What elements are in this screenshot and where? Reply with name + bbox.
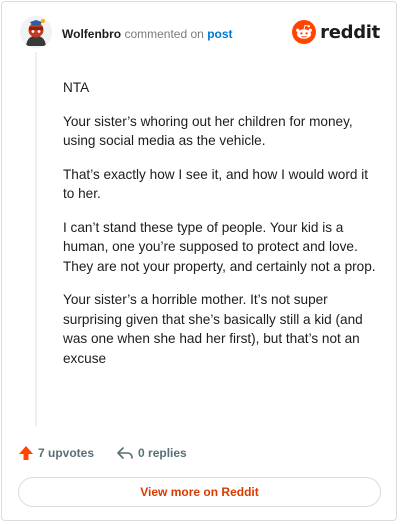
action-text: commented on bbox=[124, 27, 204, 41]
comment-paragraph: I can’t stand these type of people. Your… bbox=[63, 219, 376, 274]
reddit-logo-icon bbox=[292, 20, 317, 44]
thread-line[interactable] bbox=[35, 52, 37, 426]
username-link[interactable]: Wolfenbro bbox=[62, 27, 121, 41]
view-more-button[interactable]: View more on Reddit bbox=[18, 477, 381, 507]
reply-arrow-icon bbox=[117, 447, 133, 459]
comment-body: NTA Your sister’s whoring out her childr… bbox=[63, 78, 379, 382]
avatar-icon[interactable] bbox=[20, 16, 52, 48]
upvote-button[interactable]: 7 upvotes bbox=[18, 445, 94, 461]
byline: Wolfenbro commented on post bbox=[62, 26, 233, 42]
reddit-logo[interactable]: reddit bbox=[292, 19, 380, 45]
reddit-wordmark: reddit bbox=[320, 21, 380, 43]
post-link[interactable]: post bbox=[207, 27, 232, 41]
comment-paragraph: NTA bbox=[63, 80, 90, 95]
comment-embed-card: Wolfenbro commented on post reddit NTA Y… bbox=[1, 1, 397, 521]
comment-header: Wolfenbro commented on post reddit bbox=[20, 16, 380, 52]
upvote-arrow-icon bbox=[19, 446, 33, 460]
upvote-count: 7 upvotes bbox=[38, 446, 95, 460]
comment-paragraph: Your sister’s a horrible mother. It’s no… bbox=[63, 292, 363, 366]
comment-paragraph: That’s exactly how I see it, and how I w… bbox=[63, 166, 369, 202]
reply-button[interactable]: 0 replies bbox=[116, 445, 187, 461]
comment-paragraph: Your sister’s whoring out her children f… bbox=[63, 113, 353, 149]
reply-count: 0 replies bbox=[138, 446, 187, 460]
comment-actions: 7 upvotes 0 replies bbox=[18, 444, 209, 462]
